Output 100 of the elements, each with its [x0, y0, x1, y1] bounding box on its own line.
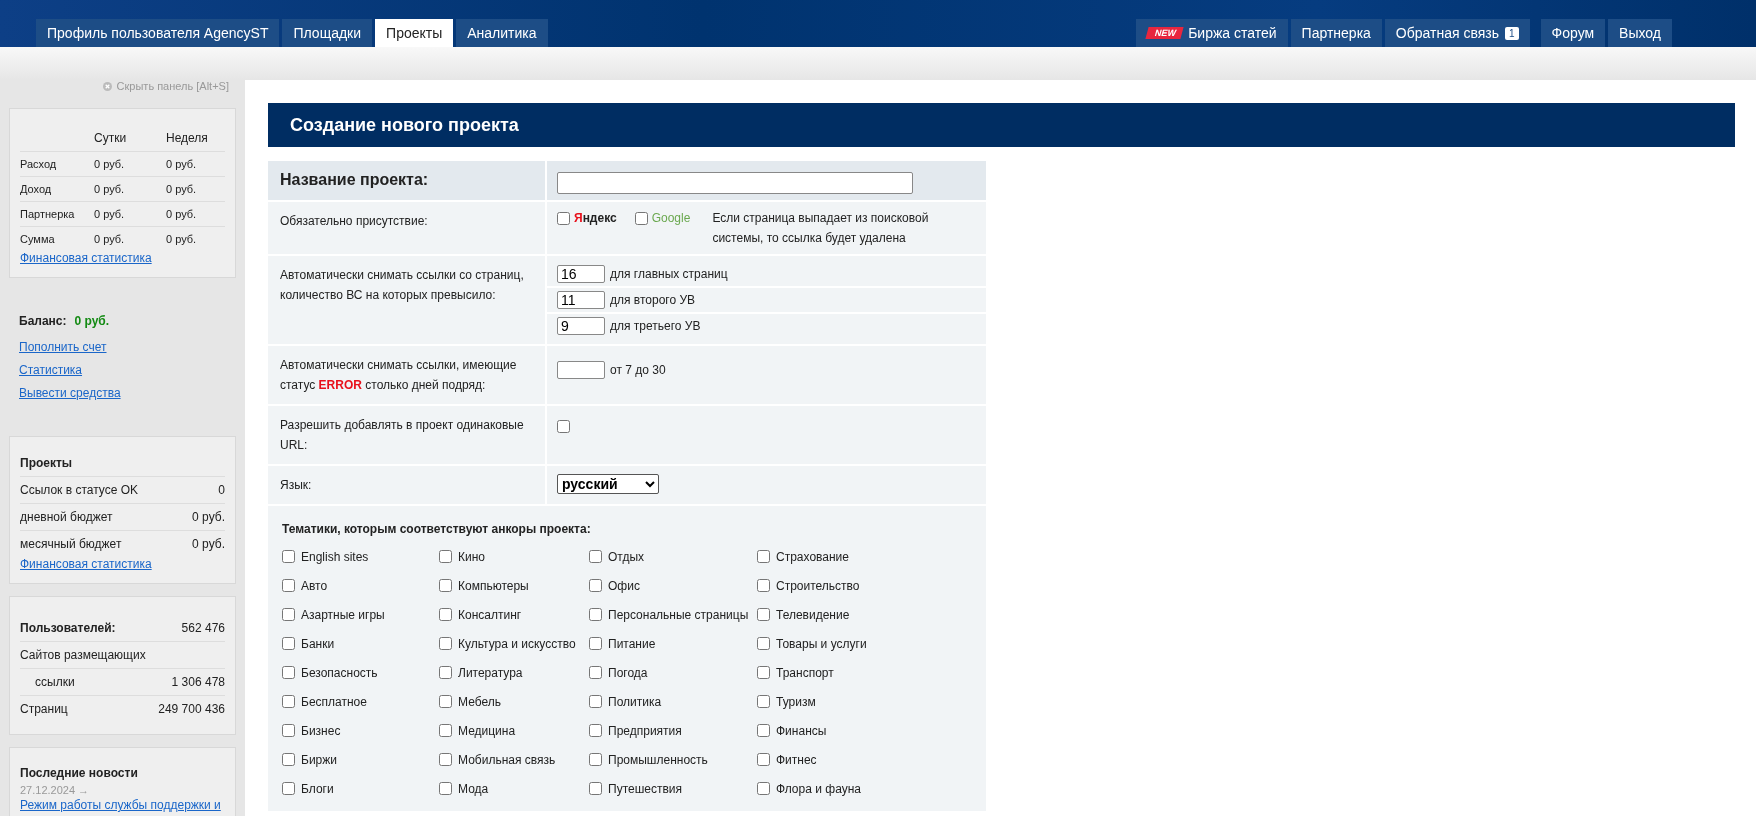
nav-tab[interactable]: NEW Биржа статей [1136, 19, 1288, 47]
engine-note: Если страница выпадает из поисковой системы, то ссылка будет удалена [712, 210, 930, 247]
field-label: Обязательно присутствие: [280, 214, 428, 228]
topic-checkbox[interactable] [589, 550, 602, 563]
topic-checkbox[interactable] [589, 695, 602, 708]
stat-label: ссылки [34, 675, 75, 689]
topic-label: Путешествия [608, 782, 683, 796]
nav-tab[interactable]: Выход [1608, 19, 1672, 47]
topic-checkbox[interactable] [282, 695, 295, 708]
number-field[interactable]: 16 [557, 265, 605, 283]
topic-label: Кино [458, 550, 485, 564]
topic-checkbox[interactable] [282, 666, 295, 679]
topic-checkbox[interactable] [439, 753, 452, 766]
nav-tab[interactable]: Аналитика [456, 19, 548, 47]
sidebar-link[interactable]: Статистика [19, 363, 83, 377]
finance-stats-link[interactable]: Финансовая статистика [20, 557, 152, 571]
topic-checkbox[interactable] [757, 579, 770, 592]
topic-checkbox[interactable] [439, 782, 452, 795]
topic-checkbox[interactable] [757, 782, 770, 795]
number-field[interactable]: 11 [557, 291, 605, 309]
stat-value: 0 руб. [192, 510, 225, 524]
field-label: Разрешить добавлять в проект одинаковые URL: [280, 418, 524, 452]
panel-title: Последние новости [20, 766, 138, 780]
table-cell: 0 руб. [166, 202, 225, 227]
topic-checkbox[interactable] [282, 724, 295, 737]
finance-stats-link[interactable]: Финансовая статистика [20, 251, 152, 265]
topic-checkbox[interactable] [589, 608, 602, 621]
topic-checkbox[interactable] [589, 782, 602, 795]
sidebar-link[interactable]: Вывести средства [19, 386, 121, 400]
topic-checkbox[interactable] [439, 666, 452, 679]
topic-checkbox[interactable] [757, 608, 770, 621]
topic-label: Мебель [458, 695, 501, 709]
engine-label: Яндекс [574, 210, 617, 227]
nav-tab[interactable]: Форум [1540, 19, 1606, 47]
duplicate-url-checkbox[interactable] [557, 420, 570, 433]
field-label: Язык: [280, 478, 312, 492]
stat-value: 0 [218, 483, 225, 497]
nav-tab[interactable]: Проекты [375, 19, 454, 47]
row-label: Сумма [20, 232, 56, 247]
topic-checkbox[interactable] [439, 550, 452, 563]
number-field[interactable] [557, 361, 605, 379]
engine-label: Google [651, 210, 691, 227]
stat-label: Страниц [20, 702, 68, 716]
topic-label: Бизнес [301, 724, 341, 738]
topic-checkbox[interactable] [439, 579, 452, 592]
number-field[interactable]: 9 [557, 317, 605, 335]
stat-value: 1 306 478 [171, 675, 225, 689]
topic-label: Политика [608, 695, 662, 709]
nav-tab[interactable]: Партнерка [1290, 19, 1382, 47]
topic-checkbox[interactable] [757, 637, 770, 650]
topic-checkbox[interactable] [757, 753, 770, 766]
row-label: Расход [20, 152, 94, 177]
topic-label: Товары и услуги [776, 637, 867, 651]
topic-label: Авто [301, 579, 328, 593]
engine-checkbox[interactable] [634, 212, 648, 225]
table-cell-text: 0 руб. [94, 232, 126, 247]
nav-tab[interactable]: Обратная связь 1 [1384, 19, 1530, 47]
topic-checkbox[interactable] [757, 695, 770, 708]
field-hint: для второго УВ [610, 293, 696, 307]
engine-checkbox[interactable] [557, 212, 570, 225]
topic-label: Компьютеры [458, 579, 529, 593]
topic-checkbox[interactable] [757, 550, 770, 563]
topic-checkbox[interactable] [757, 724, 770, 737]
topic-checkbox[interactable] [439, 724, 452, 737]
sidebar-link[interactable]: Пополнить счет [19, 340, 107, 354]
nav-tab[interactable]: Площадки [282, 19, 373, 47]
field-hint: для третьего УВ [610, 319, 701, 333]
topic-label: Отдых [608, 550, 645, 564]
topic-checkbox[interactable] [589, 637, 602, 650]
topic-label: Биржи [301, 753, 337, 767]
topic-label: Консалтинг [458, 608, 522, 622]
new-badge: NEW [1145, 27, 1184, 39]
topic-checkbox[interactable] [439, 637, 452, 650]
nav-tab[interactable]: Профиль пользователя AgencyST [36, 19, 280, 47]
panel-title: Проекты [20, 451, 225, 477]
topic-label: Финансы [776, 724, 827, 738]
topic-checkbox[interactable] [589, 753, 602, 766]
stat-value: 562 476 [181, 621, 225, 635]
topic-checkbox[interactable] [282, 782, 295, 795]
topic-checkbox[interactable] [282, 579, 295, 592]
topic-checkbox[interactable] [282, 608, 295, 621]
topic-checkbox[interactable] [589, 666, 602, 679]
topic-label: Медицина [458, 724, 516, 738]
balance-label: Баланс: [19, 314, 67, 328]
field-hint: для главных страниц [610, 267, 728, 281]
topic-checkbox[interactable] [439, 695, 452, 708]
topic-checkbox[interactable] [757, 666, 770, 679]
topic-checkbox[interactable] [282, 753, 295, 766]
topic-checkbox[interactable] [282, 637, 295, 650]
topic-label: Мобильная связь [458, 753, 556, 767]
project-name-field[interactable] [557, 172, 913, 194]
news-link[interactable]: Режим работы службы поддержки и [20, 798, 221, 812]
stat-label: месячный бюджет [20, 537, 122, 551]
topic-checkbox[interactable] [589, 724, 602, 737]
topic-checkbox[interactable] [439, 608, 452, 621]
language-select[interactable]: русский [557, 474, 659, 494]
topic-checkbox[interactable] [589, 579, 602, 592]
topic-checkbox[interactable] [282, 550, 295, 563]
field-label: Автоматически снимать ссылки со страниц, количество ВС на которых превысило: [280, 268, 524, 302]
table-cell: 0 руб. [94, 202, 166, 227]
